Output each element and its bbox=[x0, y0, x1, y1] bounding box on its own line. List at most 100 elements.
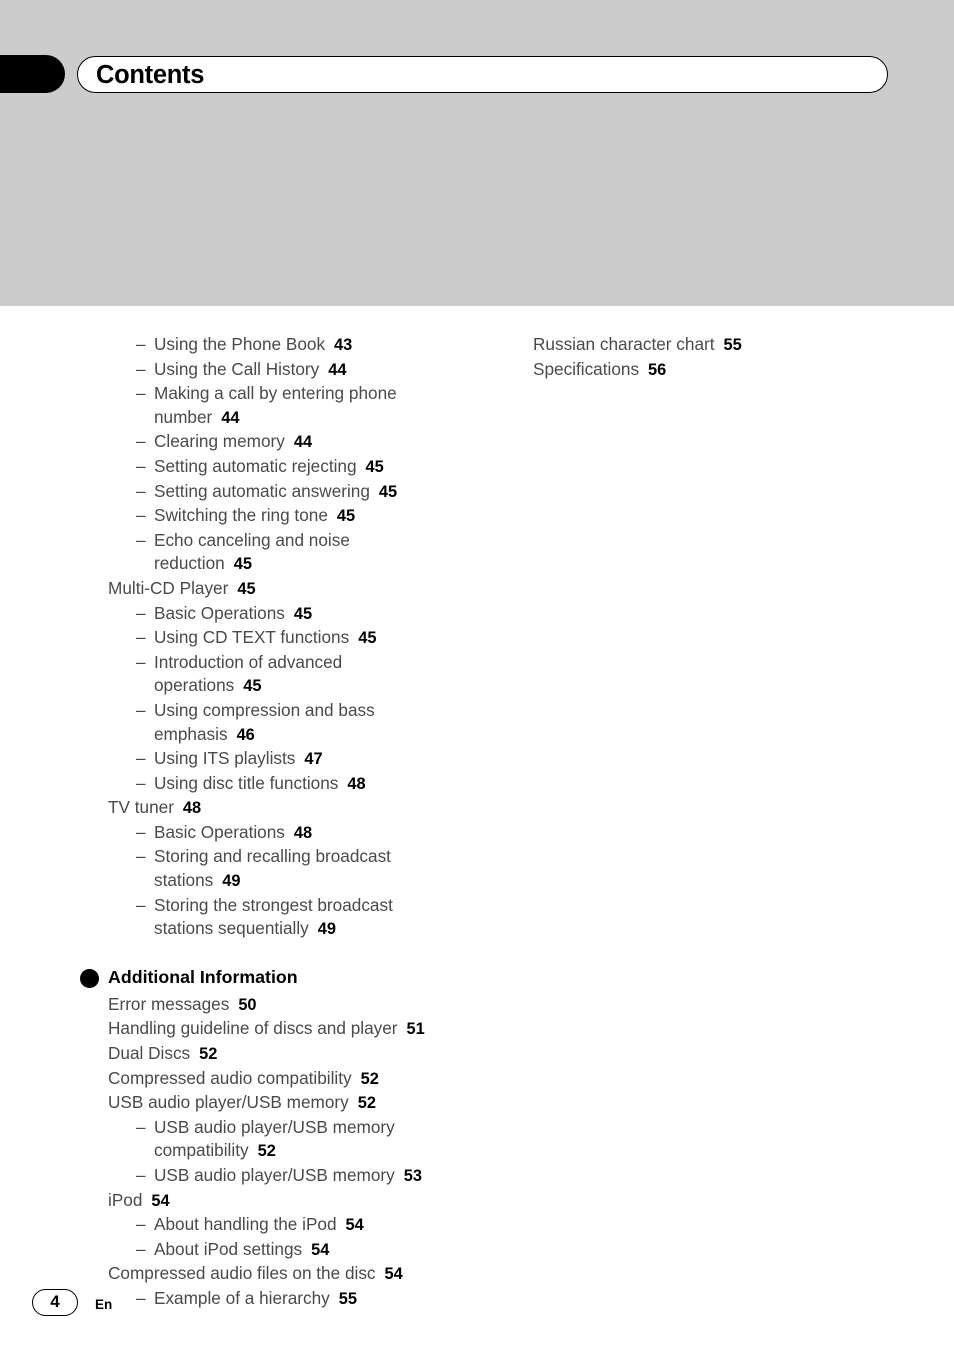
toc-entry-label: Storing and recalling broadcast bbox=[154, 846, 391, 867]
toc-entry-page: 55 bbox=[338, 1289, 358, 1308]
toc-entry[interactable]: Specifications 56 bbox=[533, 358, 923, 383]
toc-entry[interactable]: – Example of a hierarchy 55 bbox=[108, 1287, 508, 1312]
toc-entry-label: Russian character chart bbox=[533, 334, 715, 354]
page-title: Contents bbox=[96, 61, 205, 89]
toc-entry[interactable]: – Storing and recalling broadcast stations… bbox=[108, 845, 508, 893]
toc-dash-marker: – bbox=[136, 821, 146, 842]
toc-right-column: Russian character chart 55 Specifications 5… bbox=[533, 333, 923, 382]
toc-entry[interactable]: – Introduction of advanced operations 45 bbox=[108, 651, 508, 699]
toc-entry-label-continued: operations 45 bbox=[154, 675, 262, 696]
toc-entry[interactable]: – Using disc title functions 48 bbox=[108, 772, 508, 797]
toc-dash-marker: – bbox=[136, 1238, 146, 1259]
toc-entry-page: 45 bbox=[233, 555, 252, 574]
toc-entry-label: Error messages bbox=[108, 993, 230, 1014]
toc-entry-label-continued: stations sequentially 49 bbox=[154, 918, 337, 939]
toc-entry[interactable]: – Echo canceling and noise reduction 45 bbox=[108, 529, 508, 577]
toc-entry-page: 54 bbox=[345, 1216, 364, 1235]
toc-entry-page: 52 bbox=[357, 1094, 376, 1113]
toc-entry-page: 45 bbox=[293, 604, 313, 623]
toc-entry[interactable]: – USB audio player/USB memory 53 bbox=[108, 1164, 508, 1189]
toc-entry[interactable]: – Using the Phone Book 43 bbox=[108, 333, 508, 358]
toc-entry-page: 45 bbox=[365, 457, 384, 476]
toc-entry-label: Handling guideline of discs and player bbox=[108, 1018, 398, 1039]
toc-dash-marker: – bbox=[136, 894, 146, 915]
toc-entry[interactable]: USB audio player/USB memory 52 bbox=[108, 1091, 508, 1116]
toc-entry[interactable]: – Setting automatic rejecting 45 bbox=[108, 455, 508, 480]
toc-entry-label: Using CD TEXT functions bbox=[154, 627, 350, 648]
toc-dash-marker: – bbox=[136, 431, 146, 452]
toc-entry-page: 54 bbox=[151, 1191, 170, 1210]
toc-left-column: – Using the Phone Book 43– Using the Call H… bbox=[80, 333, 508, 1312]
toc-entry-label-continued: reduction 45 bbox=[154, 553, 252, 574]
toc-entry-page: 56 bbox=[648, 360, 667, 379]
toc-entry-page: 51 bbox=[406, 1020, 425, 1039]
toc-entry-label: USB audio player/USB memory bbox=[154, 1165, 395, 1185]
header-background-band bbox=[0, 0, 954, 306]
toc-entry-page: 45 bbox=[378, 482, 398, 501]
toc-entry[interactable]: – USB audio player/USB memory compatibilit… bbox=[108, 1116, 508, 1164]
toc-entry-page: 45 bbox=[243, 677, 262, 696]
toc-entry[interactable]: – Setting automatic answering 45 bbox=[108, 480, 508, 505]
toc-entry-label-continued: compatibility 52 bbox=[154, 1140, 276, 1161]
toc-entry[interactable]: Handling guideline of discs and player 51 bbox=[108, 1017, 508, 1042]
toc-entry[interactable]: – Using ITS playlists 47 bbox=[108, 747, 508, 772]
toc-entry[interactable]: Error messages 50 bbox=[108, 993, 508, 1018]
toc-entry-label: Switching the ring tone bbox=[154, 505, 328, 526]
toc-entry-label: Introduction of advanced bbox=[154, 651, 343, 672]
toc-dash-marker: – bbox=[136, 455, 146, 476]
toc-entry[interactable]: – Basic Operations 45 bbox=[108, 602, 508, 627]
toc-dash-marker: – bbox=[136, 1214, 146, 1235]
toc-entry[interactable]: – Basic Operations 48 bbox=[108, 821, 508, 846]
toc-entry[interactable]: Russian character chart 55 bbox=[533, 333, 923, 358]
toc-entry[interactable]: Multi-CD Player 45 bbox=[108, 577, 508, 602]
toc-entry-page: 44 bbox=[293, 433, 313, 452]
toc-entry-label: TV tuner bbox=[108, 797, 174, 818]
toc-entry[interactable]: iPod 54 bbox=[108, 1189, 508, 1214]
toc-entry[interactable]: – Storing the strongest broadcast stations… bbox=[108, 894, 508, 942]
toc-dash-marker: – bbox=[136, 1116, 146, 1137]
toc-entry-label-continued: stations 49 bbox=[154, 870, 241, 891]
toc-entry-page: 50 bbox=[238, 995, 257, 1014]
toc-entry[interactable]: – About iPod settings 54 bbox=[108, 1238, 508, 1263]
toc-entry-page: 48 bbox=[347, 774, 366, 793]
toc-entry-page: 46 bbox=[236, 725, 255, 744]
toc-entry-page: 49 bbox=[317, 920, 337, 939]
toc-entry[interactable]: Compressed audio files on the disc 54 bbox=[108, 1262, 508, 1287]
toc-entry-page: 44 bbox=[221, 408, 240, 427]
toc-entry-page: 44 bbox=[328, 360, 347, 379]
toc-entry[interactable]: Dual Discs 52 bbox=[108, 1042, 508, 1067]
toc-entry-page: 48 bbox=[182, 799, 202, 818]
toc-entry[interactable]: – Using compression and bass emphasis 46 bbox=[108, 699, 508, 747]
toc-dash-marker: – bbox=[136, 651, 146, 672]
chapter-tab-marker bbox=[0, 55, 65, 93]
toc-entry[interactable]: – Making a call by entering phone number 44 bbox=[108, 382, 508, 430]
toc-entry[interactable]: – Using the Call History 44 bbox=[108, 358, 508, 383]
toc-entry-page: 45 bbox=[358, 629, 377, 648]
toc-entry-page: 49 bbox=[222, 872, 241, 891]
toc-entry-page: 52 bbox=[257, 1142, 276, 1161]
toc-entry-label: Using disc title functions bbox=[154, 772, 339, 793]
toc-entry-label: Making a call by entering phone bbox=[154, 383, 397, 404]
toc-entry-label: Compressed audio compatibility bbox=[108, 1067, 352, 1088]
toc-entry[interactable]: – Using CD TEXT functions 45 bbox=[108, 626, 508, 651]
bullet-circle-icon bbox=[80, 968, 99, 988]
toc-entry[interactable]: – About handling the iPod 54 bbox=[108, 1213, 508, 1238]
toc-entry-page: 52 bbox=[199, 1045, 218, 1064]
toc-entry-label: Dual Discs bbox=[108, 1043, 191, 1064]
toc-dash-marker: – bbox=[136, 358, 146, 379]
toc-entry-page: 43 bbox=[334, 336, 353, 354]
toc-entry-label-continued: emphasis 46 bbox=[154, 723, 255, 744]
toc-entry[interactable]: – Switching the ring tone 45 bbox=[108, 504, 508, 529]
toc-entry-label: Example of a hierarchy bbox=[154, 1287, 330, 1308]
toc-entry-label: Echo canceling and noise bbox=[154, 529, 350, 550]
toc-entry-label: Basic Operations bbox=[154, 821, 285, 842]
toc-dash-marker: – bbox=[136, 529, 146, 550]
toc-dash-marker: – bbox=[136, 1165, 146, 1185]
toc-entry-label: Setting automatic answering bbox=[154, 480, 370, 501]
toc-entry-label: USB audio player/USB memory bbox=[154, 1116, 395, 1137]
toc-entry[interactable]: TV tuner 48 bbox=[108, 796, 508, 821]
toc-dash-marker: – bbox=[136, 505, 146, 526]
toc-entry-label: iPod bbox=[108, 1189, 143, 1210]
toc-entry[interactable]: – Clearing memory 44 bbox=[108, 430, 508, 455]
toc-entry[interactable]: Compressed audio compatibility 52 bbox=[108, 1067, 508, 1092]
